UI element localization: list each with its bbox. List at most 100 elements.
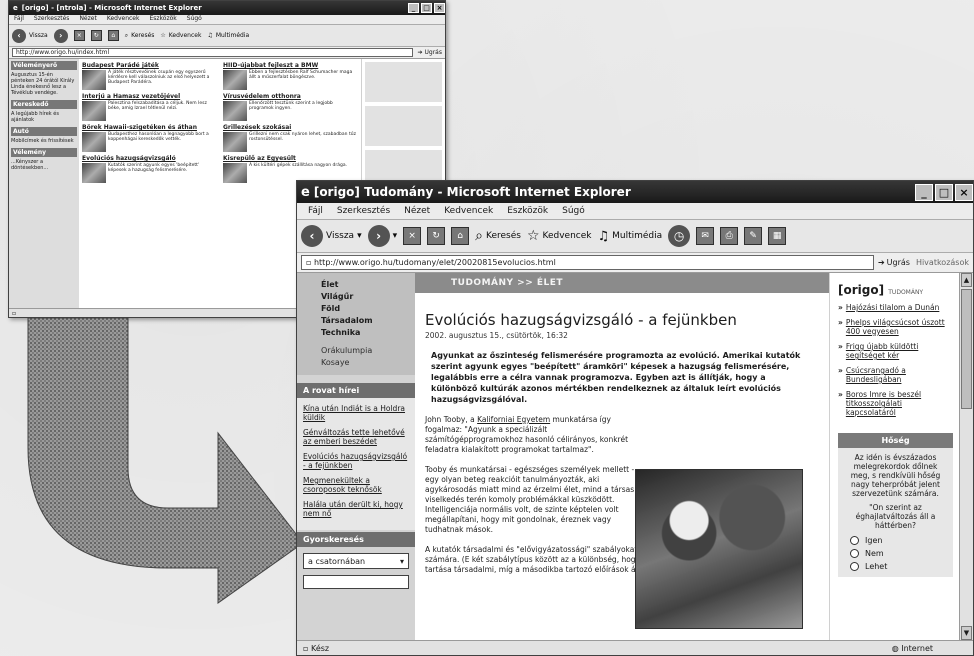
home-button[interactable]: ⌂: [107, 30, 119, 41]
stop-button[interactable]: ×: [73, 30, 85, 41]
news-thumbnail[interactable]: [223, 132, 247, 152]
rovat-link[interactable]: Kína után Indiát is a Holdra küldik: [303, 404, 409, 422]
news-title[interactable]: Budapest Parádé játék: [82, 62, 217, 69]
discuss-button[interactable]: ▦: [768, 227, 787, 245]
news-title[interactable]: Interjú a Hamasz vezetőjével: [82, 93, 217, 100]
menu-file[interactable]: Fájl: [9, 15, 29, 24]
forward-button[interactable]: › ▾: [367, 225, 398, 247]
headline-link-item[interactable]: » Csúcsrangadó a Bundesligában: [838, 366, 953, 384]
stop-button[interactable]: ×: [403, 227, 422, 245]
rovat-link[interactable]: Evolúciós hazugságvizsgáló - a fejünkben: [303, 452, 409, 470]
maximize-button[interactable]: □: [421, 3, 432, 13]
nav-item-vilagur[interactable]: Világűr: [321, 291, 415, 303]
left-section-text[interactable]: Mobilcímek és frissítések: [11, 138, 77, 144]
forward-button[interactable]: ›: [53, 28, 68, 43]
news-thumbnail[interactable]: [223, 163, 247, 183]
nav-item-fold[interactable]: Föld: [321, 303, 415, 315]
chevron-down-icon[interactable]: ▾: [393, 231, 398, 241]
ad-box[interactable]: [365, 62, 442, 102]
headline-link-item[interactable]: » Phelps világcsúcsot úszott 400 vegyesen: [838, 318, 953, 336]
scrollbar-thumb[interactable]: [961, 289, 972, 409]
address-field[interactable]: http://www.origo.hu/index.html: [12, 48, 414, 57]
status-zone: ◍ Internet: [891, 643, 933, 653]
address-field[interactable]: ▫ http://www.origo.hu/tudomany/elet/2002…: [301, 255, 874, 270]
news-title[interactable]: Grillezések szokásai: [223, 124, 358, 131]
headline-link-item[interactable]: » Hajózási tilalom a Dunán: [838, 303, 953, 312]
home-button[interactable]: ⌂: [451, 227, 470, 245]
nav-item-technika[interactable]: Technika: [321, 327, 415, 339]
scroll-up-icon[interactable]: ▲: [961, 273, 972, 287]
rovat-link[interactable]: Génváltozás tette lehetővé az emberi bes…: [303, 428, 409, 446]
back-button[interactable]: ‹ Vissza: [12, 28, 48, 43]
back-button[interactable]: ‹ Vissza ▾: [301, 225, 362, 247]
favorites-button[interactable]: ☆ Kedvencek: [527, 228, 592, 244]
refresh-button[interactable]: ↻: [90, 30, 102, 41]
chevron-down-icon[interactable]: ▾: [357, 231, 362, 241]
close-button[interactable]: ×: [955, 183, 973, 201]
news-thumbnail[interactable]: [82, 70, 106, 90]
minimize-button[interactable]: _: [915, 183, 933, 201]
menu-view[interactable]: Nézet: [74, 15, 101, 24]
headline-link-item[interactable]: » Frigg újabb küldötti segítséget kér: [838, 342, 953, 360]
poll-option[interactable]: Nem: [838, 547, 953, 560]
news-title[interactable]: Kisrepülő az Egyesült: [223, 155, 358, 162]
university-link[interactable]: Kaliforniai Egyetem: [477, 415, 550, 424]
favorites-button[interactable]: ☆ Kedvencek: [160, 32, 201, 39]
search-button[interactable]: ⌕ Keresés: [125, 32, 155, 40]
left-section-text[interactable]: Augusztus 15-én pénteken 24 órától Királ…: [11, 72, 77, 96]
news-title[interactable]: Börek Hawaii-szigetéken és áthan: [82, 124, 217, 131]
go-button[interactable]: ➔ Ugrás: [417, 49, 442, 56]
news-title[interactable]: HIID-újabbat fejleszt a BMW: [223, 62, 358, 69]
history-button[interactable]: ◷: [668, 225, 691, 247]
menu-edit[interactable]: Szerkesztés: [330, 203, 397, 219]
menu-tools[interactable]: Eszközök: [144, 15, 181, 24]
refresh-button[interactable]: ↻: [427, 227, 446, 245]
origo-brand[interactable]: [origo] TUDOMÁNY: [838, 283, 953, 297]
menu-favorites[interactable]: Kedvencek: [102, 15, 145, 24]
menu-edit[interactable]: Szerkesztés: [29, 15, 75, 24]
ad-box[interactable]: [365, 106, 442, 146]
mail-button[interactable]: ✉: [696, 227, 715, 245]
print-button[interactable]: ⎙: [720, 227, 739, 245]
rovat-link[interactable]: Megmenekültek a csoroposok teknősök: [303, 476, 409, 494]
menu-tools[interactable]: Eszközök: [500, 203, 555, 219]
news-thumbnail[interactable]: [82, 163, 106, 183]
news-title[interactable]: Evolúciós hazugságvizsgáló: [82, 155, 217, 162]
menu-file[interactable]: Fájl: [301, 203, 330, 219]
news-thumbnail[interactable]: [223, 101, 247, 121]
scroll-down-icon[interactable]: ▼: [961, 626, 972, 640]
menu-help[interactable]: Súgó: [555, 203, 592, 219]
search-scope-select[interactable]: a csatornában ▾: [303, 553, 409, 569]
radio-button[interactable]: [850, 562, 859, 571]
menu-view[interactable]: Nézet: [397, 203, 437, 219]
nav-sub-item[interactable]: Kosaye: [321, 357, 415, 369]
minimize-button[interactable]: _: [408, 3, 419, 13]
maximize-button[interactable]: □: [935, 183, 953, 201]
left-section-text[interactable]: A legújabb hírek és ajánlatok: [11, 111, 77, 123]
poll-option[interactable]: Igen: [838, 534, 953, 547]
news-thumbnail[interactable]: [82, 101, 106, 121]
links-label[interactable]: Hivatkozások: [916, 258, 969, 267]
media-button[interactable]: ♫ Multimédia: [597, 229, 662, 244]
menu-help[interactable]: Súgó: [182, 15, 207, 24]
headline-link-item[interactable]: » Boros Imre is beszél titkosszolgálati k…: [838, 390, 953, 417]
news-thumbnail[interactable]: [223, 70, 247, 90]
go-button[interactable]: ➔ Ugrás: [878, 258, 910, 267]
poll-option[interactable]: Lehet: [838, 560, 953, 573]
nav-sub-item[interactable]: Orákulumpia: [321, 345, 415, 357]
radio-button[interactable]: [850, 536, 859, 545]
search-button[interactable]: ⌕ Keresés: [475, 228, 521, 244]
quick-search-input[interactable]: [303, 575, 409, 589]
vertical-scrollbar[interactable]: ▲ ▼: [959, 273, 973, 640]
menu-favorites[interactable]: Kedvencek: [437, 203, 500, 219]
news-title[interactable]: Vírusvédelem otthonra: [223, 93, 358, 100]
radio-button[interactable]: [850, 549, 859, 558]
rovat-link[interactable]: Halála után derült ki, hogy nem nő: [303, 500, 409, 518]
left-section-text[interactable]: ...Kényszer a döntésekben...: [11, 159, 77, 171]
media-button[interactable]: ♫ Multimédia: [207, 32, 249, 39]
nav-item-tarsadalom[interactable]: Társadalom: [321, 315, 415, 327]
news-thumbnail[interactable]: [82, 132, 106, 152]
edit-button[interactable]: ✎: [744, 227, 763, 245]
nav-item-elet[interactable]: Élet: [321, 279, 415, 291]
close-button[interactable]: ×: [434, 3, 445, 13]
